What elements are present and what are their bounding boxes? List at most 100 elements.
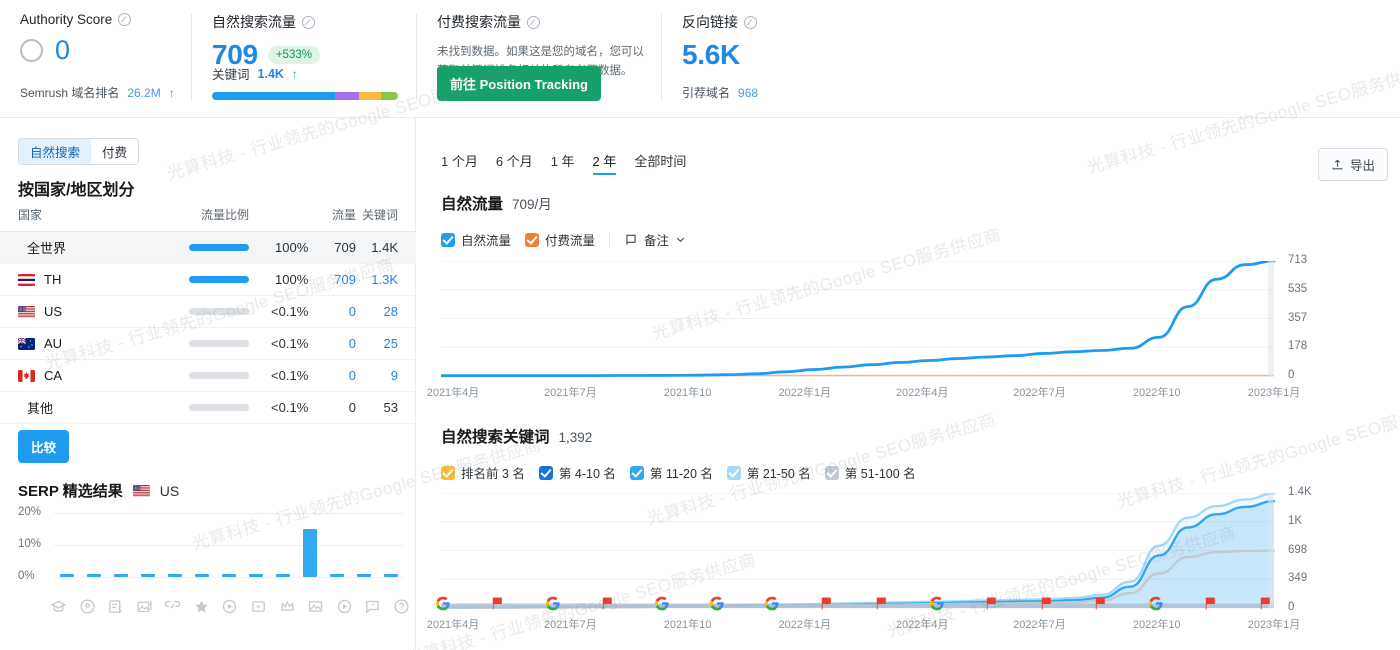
cell-traffic[interactable]: 0: [308, 336, 356, 351]
cell-traffic[interactable]: 709: [308, 272, 356, 287]
serp-bar[interactable]: [384, 574, 398, 577]
traffic-type-tabs[interactable]: 自然搜索付费: [18, 138, 139, 165]
legend-item-paid[interactable]: 付费流量: [525, 230, 595, 249]
note-marker[interactable]: [1040, 596, 1053, 616]
serp-bar[interactable]: [249, 574, 263, 577]
table-row[interactable]: 其他<0.1%053: [0, 392, 416, 424]
serp-bar[interactable]: [195, 574, 209, 577]
checkbox-paid[interactable]: [525, 233, 539, 247]
serp-bar[interactable]: [168, 574, 182, 577]
period-tab-0[interactable]: 1 个月: [441, 151, 478, 175]
serp-bar[interactable]: [357, 574, 371, 577]
image-pack-icon[interactable]: [136, 598, 153, 615]
faq-icon[interactable]: [364, 598, 381, 615]
period-tab-3[interactable]: 2 年: [593, 151, 617, 175]
organic-traffic-chart[interactable]: 01783575357132021年4月2021年7月2021年102022年1…: [441, 261, 1336, 398]
cell-keywords[interactable]: 9: [356, 368, 398, 383]
period-tab-2[interactable]: 1 年: [551, 151, 575, 175]
serp-bar[interactable]: [222, 574, 236, 577]
legend-item-0[interactable]: 排名前 3 名: [441, 463, 525, 482]
backlinks-value-row: 5.6K: [682, 41, 874, 69]
note-marker[interactable]: [821, 596, 834, 616]
period-tab-4[interactable]: 全部时间: [634, 151, 686, 175]
cell-keywords[interactable]: 1.3K: [356, 272, 398, 287]
traffic-tab-1[interactable]: 付费: [91, 139, 138, 164]
keyword-bar-segment-3: [381, 92, 398, 100]
note-marker[interactable]: [1205, 596, 1218, 616]
y-axis-tick: 349: [1288, 572, 1307, 584]
compare-button[interactable]: 比较: [18, 430, 69, 463]
google-update-marker[interactable]: [710, 596, 725, 616]
info-icon[interactable]: [118, 13, 131, 26]
info-icon[interactable]: [744, 16, 757, 29]
export-button[interactable]: 导出: [1318, 148, 1388, 181]
cell-keywords[interactable]: 25: [356, 336, 398, 351]
cell-traffic[interactable]: 0: [308, 304, 356, 319]
video-player-icon[interactable]: [336, 598, 353, 615]
x-axis-tick: 2021年10: [664, 384, 712, 400]
featured-snippet-icon[interactable]: [193, 598, 210, 615]
referring-domains-value[interactable]: 968: [738, 86, 758, 100]
note-marker[interactable]: [601, 596, 614, 616]
note-marker[interactable]: [1095, 596, 1108, 616]
serp-bar[interactable]: [60, 574, 74, 577]
video-carousel-icon[interactable]: [250, 598, 267, 615]
serp-bar[interactable]: [303, 529, 317, 577]
local-pack-icon[interactable]: [79, 598, 96, 615]
cell-traffic[interactable]: 0: [308, 368, 356, 383]
position-tracking-button[interactable]: 前往 Position Tracking: [437, 66, 601, 101]
checkbox-rank-4[interactable]: [825, 466, 839, 480]
links-icon[interactable]: [164, 598, 181, 615]
info-icon[interactable]: [302, 16, 315, 29]
video-icon[interactable]: [221, 598, 238, 615]
organic-keywords-chart[interactable]: 03496981K1.4K2021年4月2021年7月2021年102022年1…: [441, 493, 1336, 630]
legend-item-3[interactable]: 第 21-50 名: [727, 463, 811, 482]
checkbox-rank-2[interactable]: [630, 466, 644, 480]
traffic-tab-0[interactable]: 自然搜索: [19, 139, 91, 164]
notes-dropdown[interactable]: 备注: [624, 230, 686, 249]
info-icon[interactable]: [527, 16, 540, 29]
note-marker[interactable]: [875, 596, 888, 616]
google-update-marker[interactable]: [436, 596, 451, 616]
serp-bar[interactable]: [114, 574, 128, 577]
legend-item-organic[interactable]: 自然流量: [441, 230, 511, 249]
site-links-icon[interactable]: [50, 598, 67, 615]
checkbox-organic[interactable]: [441, 233, 455, 247]
table-row[interactable]: TH100%7091.3K: [0, 264, 416, 296]
table-row[interactable]: CA<0.1%09: [0, 360, 416, 392]
checkbox-rank-3[interactable]: [727, 466, 741, 480]
google-update-marker[interactable]: [929, 596, 944, 616]
period-tabs[interactable]: 1 个月 6 个月 1 年 2 年全部时间: [441, 151, 686, 175]
legend-item-2[interactable]: 第 11-20 名: [630, 463, 713, 482]
checkbox-rank-1[interactable]: [539, 466, 553, 480]
checkbox-rank-0[interactable]: [441, 466, 455, 480]
serp-bar[interactable]: [276, 574, 290, 577]
cell-keywords[interactable]: 28: [356, 304, 398, 319]
serp-bar[interactable]: [330, 574, 344, 577]
x-axis-tick: 2022年10: [1133, 616, 1181, 632]
legend-item-1[interactable]: 第 4-10 名: [539, 463, 616, 482]
us-flag-icon: [133, 485, 150, 497]
reviews-icon[interactable]: [107, 598, 124, 615]
google-update-marker[interactable]: [1149, 596, 1164, 616]
table-row[interactable]: 全世界100%7091.4K: [0, 232, 416, 264]
top-stories-icon[interactable]: [279, 598, 296, 615]
keywords-value[interactable]: 1.4K: [258, 67, 284, 81]
legend-item-4[interactable]: 第 51-100 名: [825, 463, 916, 482]
google-update-marker[interactable]: [545, 596, 560, 616]
google-icon: [436, 596, 451, 611]
note-marker[interactable]: [491, 596, 504, 616]
semrush-rank-value[interactable]: 26.2M: [127, 86, 160, 100]
serp-bar[interactable]: [141, 574, 155, 577]
images-icon[interactable]: [307, 598, 324, 615]
period-tab-1[interactable]: 6 个月: [496, 151, 533, 175]
chart-subtitle-text: 1,392: [559, 430, 593, 445]
note-marker[interactable]: [1260, 596, 1273, 616]
serp-bar[interactable]: [87, 574, 101, 577]
table-row[interactable]: US<0.1%028: [0, 296, 416, 328]
knowledge-panel-icon[interactable]: [393, 598, 410, 615]
google-update-marker[interactable]: [655, 596, 670, 616]
note-marker[interactable]: [985, 596, 998, 616]
table-row[interactable]: AU<0.1%025: [0, 328, 416, 360]
google-update-marker[interactable]: [765, 596, 780, 616]
